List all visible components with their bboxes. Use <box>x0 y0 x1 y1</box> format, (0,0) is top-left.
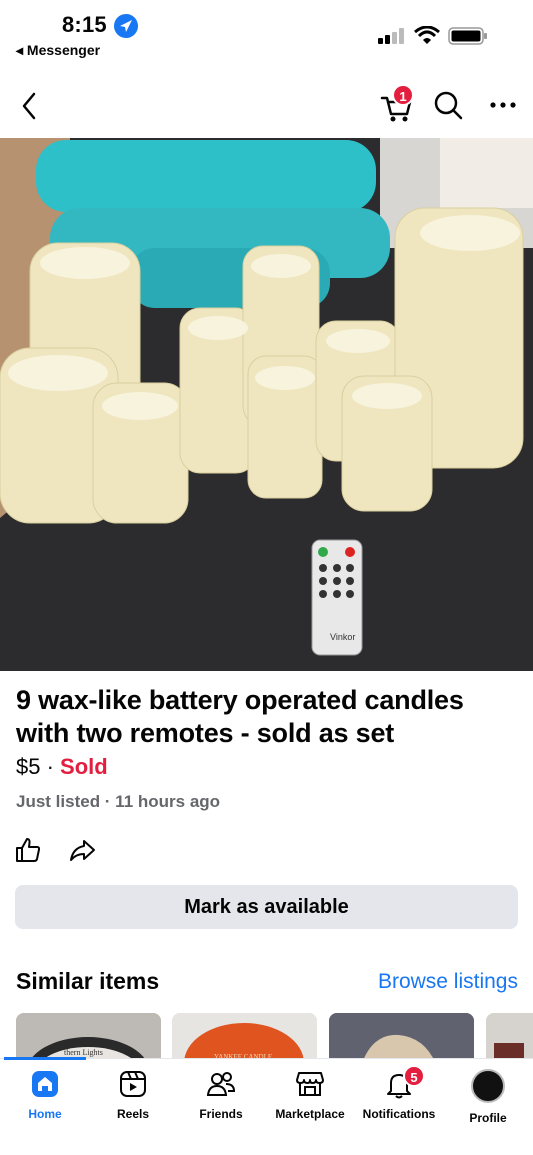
tab-profile[interactable]: Profile <box>443 1069 533 1125</box>
candles-photo-illustration: Vinkor <box>0 138 533 671</box>
location-arrow-icon <box>114 14 138 38</box>
tab-label: Notifications <box>362 1107 436 1121</box>
active-tab-indicator <box>4 1057 86 1060</box>
listing-price: $5 <box>16 754 41 779</box>
tab-label: Reels <box>116 1107 150 1121</box>
status-time: 8:15 <box>62 12 107 37</box>
cart-count-badge: 1 <box>392 84 414 106</box>
similar-item-card[interactable]: YANKEE CANDLE <box>172 1013 317 1063</box>
profile-avatar <box>471 1069 505 1103</box>
back-chevron-icon[interactable] <box>14 86 46 126</box>
notifications-count-badge: 5 <box>403 1065 425 1087</box>
top-nav: 1 <box>0 78 533 134</box>
search-icon[interactable] <box>432 88 464 122</box>
price-row: $5 · Sold <box>16 754 108 780</box>
tab-home[interactable]: Home <box>0 1069 90 1121</box>
tab-label: Friends <box>199 1107 243 1121</box>
price-separator: · <box>40 754 61 779</box>
listing-title: 9 wax-like battery operated candles with… <box>16 685 464 748</box>
similar-items-carousel: thern Lights YANKEE CANDLE <box>16 1013 533 1063</box>
similar-items-heading: Similar items <box>16 968 160 994</box>
bottom-tab-bar: Home Reels Friends Marketplace 5 Notific… <box>0 1057 533 1155</box>
similar-item-card[interactable] <box>329 1013 474 1063</box>
tab-marketplace[interactable]: Marketplace <box>265 1069 355 1121</box>
back-to-messenger-link[interactable]: ◂ Messenger <box>16 42 100 59</box>
friends-icon <box>206 1072 236 1096</box>
like-icon[interactable] <box>14 836 42 864</box>
tab-friends[interactable]: Friends <box>176 1069 266 1121</box>
listing-actions <box>14 836 114 866</box>
similar-item-card[interactable] <box>486 1013 533 1063</box>
status-bar: 8:15 ◂ Messenger <box>0 0 533 70</box>
tab-notifications[interactable]: 5 Notifications <box>354 1065 444 1121</box>
wifi-icon <box>414 26 440 44</box>
tab-label: Home <box>28 1107 62 1121</box>
tab-label: Profile <box>469 1111 507 1125</box>
tab-reels[interactable]: Reels <box>88 1069 178 1121</box>
listing-photo[interactable]: Vinkor <box>0 138 533 671</box>
thumb-candle-label: thern Lights <box>64 1048 103 1057</box>
mark-as-available-button[interactable]: Mark as available <box>15 885 518 929</box>
share-icon[interactable] <box>68 836 96 864</box>
cellular-signal-icon <box>378 28 404 44</box>
listing-meta: Just listed · 11 hours ago <box>16 792 221 811</box>
battery-icon <box>448 27 487 45</box>
marketplace-icon <box>296 1072 324 1096</box>
remote-brand-text: Vinkor <box>330 632 355 642</box>
sold-status: Sold <box>60 754 108 779</box>
home-icon <box>32 1071 58 1097</box>
tab-label: Marketplace <box>275 1107 345 1121</box>
more-options-icon[interactable] <box>488 92 518 118</box>
similar-item-card[interactable]: thern Lights <box>16 1013 161 1063</box>
browse-listings-link[interactable]: Browse listings <box>378 970 518 994</box>
reels-icon <box>120 1071 146 1097</box>
